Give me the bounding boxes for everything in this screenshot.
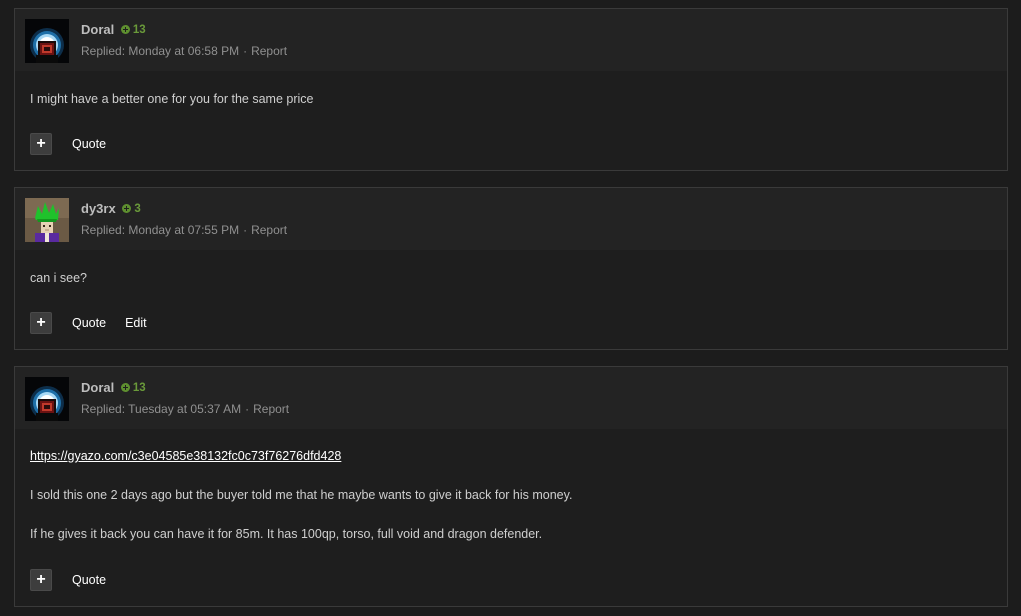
dark-portal-avatar-icon	[25, 19, 69, 63]
report-link[interactable]: Report	[251, 223, 287, 237]
meta-separator: ·	[243, 44, 248, 58]
report-link[interactable]: Report	[251, 44, 287, 58]
reputation-badge: 3	[122, 202, 141, 215]
reputation-badge: 13	[120, 23, 146, 36]
green-partyhat-avatar-icon	[25, 198, 69, 242]
plus-button[interactable]: +	[30, 133, 52, 155]
post-actions: + Quote	[30, 133, 106, 155]
quote-button[interactable]: Quote	[72, 137, 106, 151]
post-actions: + Quote Edit	[30, 312, 147, 334]
author-avatar[interactable]	[25, 19, 69, 63]
plus-button[interactable]: +	[30, 569, 52, 591]
author-name[interactable]: dy3rx 3	[81, 201, 141, 216]
post-header: Doral 13 Replied: Monday at 06:58 PM · Rep…	[15, 9, 1007, 71]
post-actions: + Quote	[30, 569, 106, 591]
author-name[interactable]: Doral 13	[81, 380, 146, 395]
reputation-count: 3	[134, 202, 141, 215]
reputation-plus-icon	[120, 383, 130, 392]
post-text: I might have a better one for you for th…	[30, 92, 314, 106]
reply-timestamp: Replied: Tuesday at 05:37 AM	[81, 402, 242, 416]
author-name-text[interactable]: Doral	[81, 380, 114, 395]
post-header: Doral 13 Replied: Tuesday at 05:37 AM · Re…	[15, 367, 1007, 429]
meta-separator: ·	[243, 223, 248, 237]
meta-separator: ·	[245, 402, 250, 416]
post-meta: Replied: Monday at 06:58 PM · Report	[81, 44, 287, 58]
post-meta: Replied: Tuesday at 05:37 AM · Report	[81, 402, 289, 416]
reputation-plus-icon	[122, 204, 132, 213]
author-name-text[interactable]: Doral	[81, 22, 114, 37]
post-meta: Replied: Monday at 07:55 PM · Report	[81, 223, 287, 237]
report-link[interactable]: Report	[253, 402, 289, 416]
post-text: can i see?	[30, 271, 87, 285]
gyazo-link[interactable]: https://gyazo.com/c3e04585e38132fc0c73f7…	[30, 449, 341, 463]
reply-timestamp: Replied: Monday at 07:55 PM	[81, 223, 240, 237]
edit-button[interactable]: Edit	[125, 316, 147, 330]
author-avatar[interactable]	[25, 377, 69, 421]
post-2: dy3rx 3 Replied: Monday at 07:55 PM · Repo…	[14, 187, 1008, 350]
quote-button[interactable]: Quote	[72, 316, 106, 330]
post-header: dy3rx 3 Replied: Monday at 07:55 PM · Repo…	[15, 188, 1007, 250]
reputation-plus-icon	[120, 25, 130, 34]
post-3: Doral 13 Replied: Tuesday at 05:37 AM · Re…	[14, 366, 1008, 607]
author-name-text[interactable]: dy3rx	[81, 201, 116, 216]
author-avatar[interactable]	[25, 198, 69, 242]
reputation-count: 13	[132, 381, 146, 394]
post-link-paragraph: https://gyazo.com/c3e04585e38132fc0c73f7…	[30, 449, 341, 463]
author-name[interactable]: Doral 13	[81, 22, 146, 37]
plus-button[interactable]: +	[30, 312, 52, 334]
reputation-badge: 13	[120, 381, 146, 394]
quote-button[interactable]: Quote	[72, 573, 106, 587]
post-text: If he gives it back you can have it for …	[30, 527, 543, 541]
post-text: I sold this one 2 days ago but the buyer…	[30, 488, 573, 502]
post-1: Doral 13 Replied: Monday at 06:58 PM · Rep…	[14, 8, 1008, 171]
reply-timestamp: Replied: Monday at 06:58 PM	[81, 44, 240, 58]
dark-portal-avatar-icon	[25, 377, 69, 421]
reputation-count: 13	[132, 23, 146, 36]
